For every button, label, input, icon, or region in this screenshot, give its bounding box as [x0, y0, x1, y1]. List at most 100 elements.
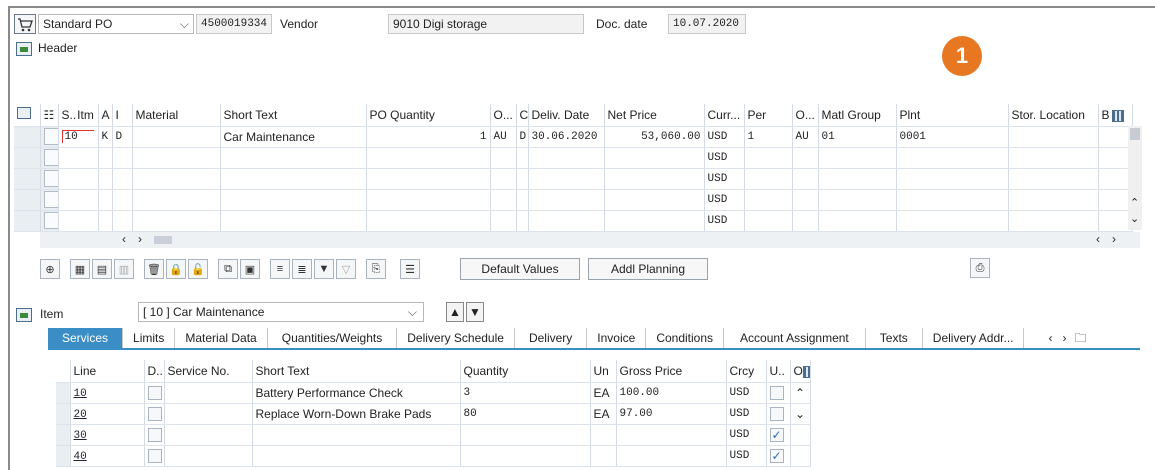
column-layout-icon[interactable]: ☷ [40, 104, 59, 127]
short-text-cell[interactable]: Battery Performance Check [252, 382, 461, 404]
cart-icon[interactable] [14, 14, 36, 34]
row-selector[interactable] [43, 170, 57, 187]
currency-cell[interactable]: USD [704, 189, 745, 211]
item-table-vscroll[interactable]: ⌃ ⌄ [1128, 126, 1142, 230]
row-selector[interactable] [43, 128, 57, 145]
row-selector[interactable] [43, 191, 57, 208]
deliv-date-cell[interactable]: 30.06.2020 [528, 126, 605, 148]
scroll-right-icon[interactable]: › [138, 232, 142, 246]
tab-list-icon[interactable]: 🗀 [1074, 328, 1086, 348]
table-settings-icon[interactable] [802, 365, 809, 378]
col-header-line[interactable]: Line [70, 360, 145, 383]
default-values-button[interactable]: Default Values [460, 258, 580, 280]
deletion-checkbox[interactable] [147, 406, 162, 421]
gross-price-cell[interactable]: 100.00 [616, 382, 727, 404]
col-header-matl-group[interactable]: Matl Group [818, 104, 897, 127]
col-header-i[interactable]: I [112, 104, 133, 127]
scroll-left-icon[interactable]: ‹ [122, 232, 126, 246]
doc-date-field[interactable]: 10.07.2020 [668, 14, 746, 34]
deletion-checkbox[interactable] [147, 448, 162, 463]
unit-cell[interactable]: EA [590, 382, 617, 404]
line-cell[interactable]: 20 [70, 403, 145, 425]
unlock-icon[interactable]: 🔓 [188, 259, 208, 279]
lock-icon[interactable]: 🔒 [166, 259, 186, 279]
plant-cell[interactable]: 0001 [896, 126, 1009, 148]
row-selector[interactable] [43, 149, 57, 166]
unlimited-checkbox[interactable]: ✓ [769, 427, 784, 442]
select-all-icon[interactable] [14, 104, 41, 127]
scroll-down-icon[interactable]: ⌄ [790, 403, 811, 425]
vendor-field[interactable]: 9010 Digi storage [388, 14, 584, 34]
scroll-up-icon[interactable]: ⌃ [790, 382, 811, 404]
col-header-crcy[interactable]: Crcy [726, 360, 767, 383]
details-icon[interactable]: ⊕ [40, 259, 60, 279]
table-row[interactable]: 40 USD ✓ [56, 445, 811, 467]
currency-cell[interactable]: USD [704, 147, 745, 169]
tab-material-data[interactable]: Material Data [175, 328, 268, 348]
col-header-po-quantity[interactable]: PO Quantity [366, 104, 491, 127]
item-table-hscroll[interactable]: ‹ › ‹ › [40, 232, 1140, 248]
tab-limits[interactable]: Limits [123, 328, 176, 348]
scroll-down-icon[interactable]: ⌄ [1130, 212, 1139, 225]
col-header-material[interactable]: Material [132, 104, 221, 127]
col-header-a[interactable]: A [98, 104, 113, 127]
doc-type-select[interactable]: Standard PO ⌵ [38, 14, 194, 34]
previous-item-button[interactable]: ▲ [446, 302, 464, 322]
col-header-service-no[interactable]: Service No. [164, 360, 253, 383]
table-settings-icon[interactable] [1111, 109, 1124, 122]
po-number-field[interactable]: 4500019334 [196, 14, 272, 34]
scroll-thumb[interactable] [154, 236, 172, 244]
crcy-cell[interactable]: USD [726, 424, 767, 446]
tab-conditions[interactable]: Conditions [646, 328, 725, 348]
po-qty-cell[interactable]: 1 [366, 126, 491, 148]
unlimited-checkbox[interactable]: ✓ [769, 448, 784, 463]
col-header-s[interactable]: S..Itm [58, 104, 99, 127]
calculator-icon[interactable]: ▣ [240, 259, 260, 279]
net-price-cell[interactable]: 53,060.00 [604, 126, 705, 148]
col-header-order-price-unit[interactable]: O... [792, 104, 819, 127]
short-text-cell[interactable]: Car Maintenance [220, 126, 367, 148]
col-header-b[interactable]: B [1098, 104, 1133, 127]
select-all-rows-icon[interactable]: ▦ [70, 259, 90, 279]
tab-invoice[interactable]: Invoice [587, 328, 647, 348]
table-row[interactable]: USD [14, 210, 1133, 232]
crcy-cell[interactable]: USD [726, 403, 767, 425]
addl-planning-button[interactable]: Addl Planning [588, 258, 708, 280]
col-header-unlimited[interactable]: U.. [766, 360, 791, 383]
col-header-deliv-date[interactable]: Deliv. Date [528, 104, 605, 127]
table-row[interactable]: USD [14, 189, 1133, 211]
table-row[interactable]: USD [14, 147, 1133, 169]
col-header-plnt[interactable]: Plnt [896, 104, 1009, 127]
scroll-up-icon[interactable]: ⌃ [1130, 196, 1139, 209]
tab-texts[interactable]: Texts [866, 328, 923, 348]
line-cell[interactable]: 40 [70, 445, 145, 467]
crcy-cell[interactable]: USD [726, 382, 767, 404]
list-icon[interactable]: ☰ [400, 259, 420, 279]
quantity-cell[interactable]: 80 [460, 403, 591, 425]
deletion-checkbox[interactable] [147, 427, 162, 442]
col-header-per[interactable]: Per [744, 104, 793, 127]
per-cell[interactable]: 1 [744, 126, 793, 148]
col-header-deletion[interactable]: D.. [144, 360, 165, 383]
acct-cat-cell[interactable]: K [98, 126, 113, 148]
date-cat-cell[interactable]: D [516, 126, 529, 148]
order-price-unit-cell[interactable]: AU [792, 126, 819, 148]
col-header-o[interactable]: O [790, 360, 811, 383]
currency-cell[interactable]: USD [704, 126, 745, 148]
col-header-short-text[interactable]: Short Text [220, 104, 367, 127]
col-header-c[interactable]: C [516, 104, 529, 127]
tab-delivery[interactable]: Delivery [515, 328, 588, 348]
order-unit-cell[interactable]: AU [490, 126, 517, 148]
sort-descending-icon[interactable]: ≣ [292, 259, 312, 279]
matl-group-cell[interactable]: 01 [818, 126, 897, 148]
tab-delivery-schedule[interactable]: Delivery Schedule [397, 328, 515, 348]
gross-price-cell[interactable]: 97.00 [616, 403, 727, 425]
service-no-cell[interactable] [164, 382, 253, 404]
service-no-cell[interactable] [164, 403, 253, 425]
col-header-gross-price[interactable]: Gross Price [616, 360, 727, 383]
collapse-item-icon[interactable] [16, 308, 32, 322]
currency-cell[interactable]: USD [704, 210, 745, 232]
attachment-icon[interactable]: ⎘ [366, 259, 386, 279]
unit-cell[interactable]: EA [590, 403, 617, 425]
line-cell[interactable]: 30 [70, 424, 145, 446]
